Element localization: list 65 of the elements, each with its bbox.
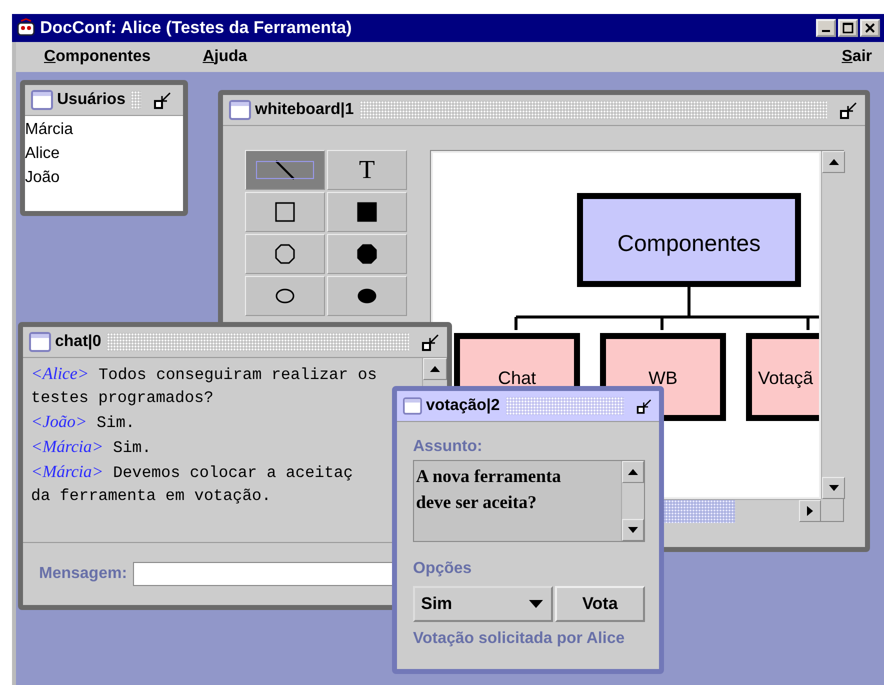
status-text: Votação solicitada por Alice (413, 630, 626, 648)
caret-icon (529, 600, 543, 608)
scroll-down-button[interactable] (822, 477, 845, 499)
line-icon (273, 158, 297, 182)
up-arrow-icon (828, 159, 838, 165)
filled-oval-icon (357, 288, 377, 304)
chat-message: <João> Sim. (31, 411, 136, 434)
minimize-icon (822, 30, 830, 32)
window-title: Usuários (57, 91, 126, 109)
menu-item[interactable]: Componentes (44, 48, 151, 66)
tool-button[interactable] (327, 276, 407, 316)
user-item[interactable]: João (25, 166, 183, 190)
minimize-icon[interactable] (421, 332, 441, 352)
chat-message: <Alice> Todos conseguiram realizar os testes programados? (31, 363, 378, 409)
diagram-node[interactable]: Componentes (577, 193, 801, 287)
chat-message: <Márcia> Devemos colocar a aceitaç da ferramenta em votação. (31, 461, 354, 507)
app-icon (16, 18, 36, 38)
scroll-up-button[interactable] (423, 358, 447, 380)
vote-button[interactable]: Vota (555, 586, 645, 622)
scroll-down-button[interactable] (622, 519, 644, 541)
tool-button[interactable] (245, 234, 325, 274)
user-item[interactable]: Alice (25, 142, 183, 166)
tool-button[interactable]: T (327, 150, 407, 190)
window-icon (403, 396, 422, 416)
filled-octagon-icon (357, 244, 377, 264)
options-label: Opções (413, 560, 473, 578)
vertical-scrollbar[interactable] (821, 151, 845, 499)
window-icon (229, 100, 251, 120)
minimize-button[interactable] (816, 19, 836, 37)
chat-message: <Márcia> Sim. (31, 436, 152, 459)
scroll-up-button[interactable] (822, 151, 845, 173)
minimize-icon[interactable] (153, 90, 174, 110)
vertical-scrollbar[interactable] (621, 461, 644, 541)
tool-button[interactable] (245, 192, 325, 232)
down-arrow-icon (828, 485, 838, 491)
diagram-node[interactable]: Votaçã (746, 333, 819, 421)
close-icon (864, 22, 876, 34)
up-arrow-icon (430, 366, 440, 372)
maximize-icon (842, 22, 854, 34)
window-icon (29, 332, 51, 352)
filled-square-icon (357, 202, 377, 222)
oval-icon (275, 288, 295, 304)
octagon-icon (275, 244, 295, 264)
square-icon (275, 202, 295, 222)
subject-text-area[interactable]: A nova ferramenta deve ser aceita? (413, 460, 645, 542)
user-item[interactable]: Márcia (25, 118, 183, 142)
menu-item[interactable]: Sair (842, 48, 872, 66)
message-label: Mensagem: (39, 565, 128, 583)
right-arrow-icon (807, 506, 813, 516)
menu-item[interactable]: Ajuda (202, 48, 248, 66)
tool-button[interactable] (245, 276, 325, 316)
tool-button[interactable] (327, 192, 407, 232)
tool-button[interactable] (327, 234, 407, 274)
window-title: DocConf: Alice (Testes da Ferramenta) (40, 18, 353, 38)
maximize-button[interactable] (838, 19, 858, 37)
minimize-icon[interactable] (839, 100, 859, 120)
window-title: whiteboard|1 (255, 101, 354, 119)
window-icon (31, 90, 53, 110)
down-arrow-icon (628, 527, 638, 533)
up-arrow-icon (628, 469, 638, 475)
close-button[interactable] (860, 19, 880, 37)
scroll-up-button[interactable] (622, 461, 644, 483)
option-dropdown[interactable]: Sim (413, 586, 553, 622)
window-title: chat|0 (55, 333, 102, 351)
scroll-right-button[interactable] (799, 500, 821, 522)
